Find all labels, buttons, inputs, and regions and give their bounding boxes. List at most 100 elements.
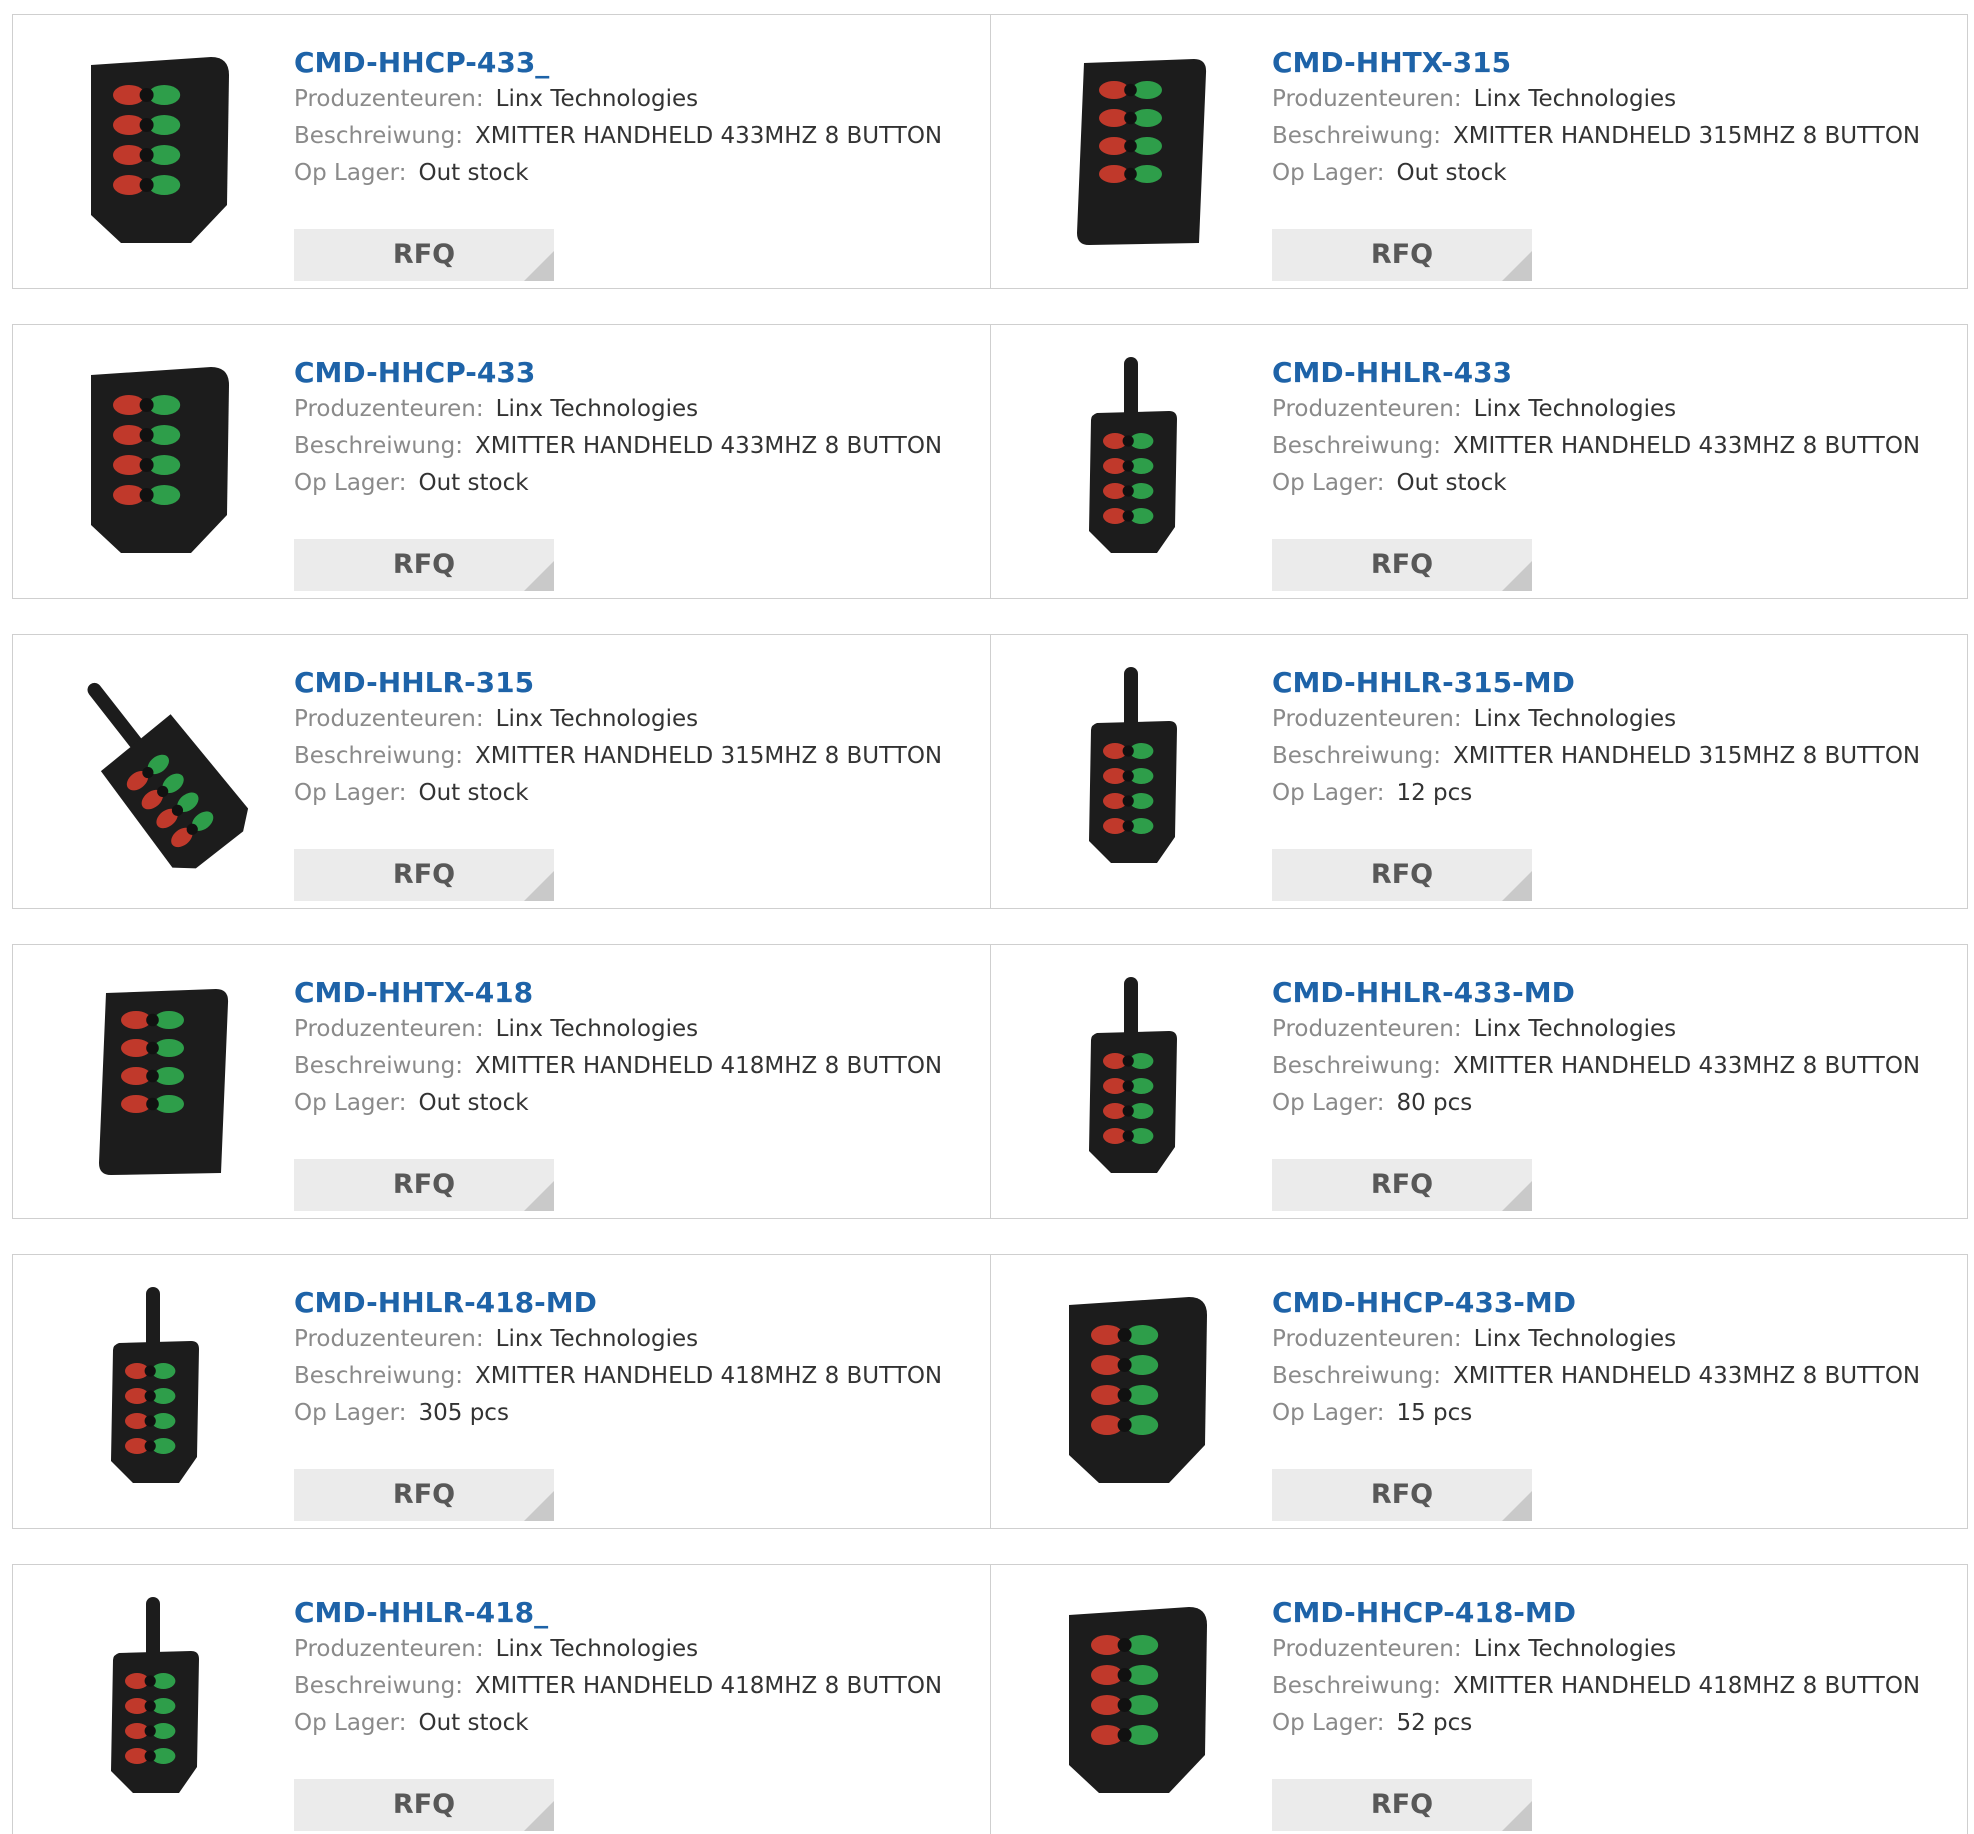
corner-fold-icon — [1502, 561, 1532, 591]
product-title-link[interactable]: CMD-HHCP-433-MD — [1272, 1285, 1920, 1321]
description-value: XMITTER HANDHELD 315MHZ 8 BUTTON — [474, 743, 943, 769]
rfq-label: RFQ — [1370, 1479, 1434, 1510]
manufacturer-row: Produzenteuren: Linx Technologies — [1272, 1011, 1920, 1048]
product-title-link[interactable]: CMD-HHTX-418 — [294, 975, 942, 1011]
product-info: CMD-HHCP-433 Produzenteuren: Linx Technol… — [294, 355, 943, 591]
manufacturer-value: Linx Technologies — [495, 1326, 699, 1352]
description-row: Beschreiwung: XMITTER HANDHELD 433MHZ 8 B… — [1272, 1358, 1920, 1395]
stock-row: Op Lager: 80 pcs — [1272, 1085, 1920, 1122]
rfq-label: RFQ — [1370, 549, 1434, 580]
product-info: CMD-HHLR-433-MD Produzenteuren: Linx Tech… — [1272, 975, 1920, 1211]
product-image[interactable] — [51, 975, 261, 1185]
product-image[interactable] — [51, 45, 261, 255]
stock-label: Op Lager: — [294, 470, 407, 496]
rfq-button[interactable]: RFQ — [294, 1159, 554, 1211]
corner-fold-icon — [524, 1491, 554, 1521]
product-image[interactable] — [1029, 1285, 1239, 1495]
manufacturer-row: Produzenteuren: Linx Technologies — [294, 1631, 942, 1668]
rfq-button[interactable]: RFQ — [1272, 1469, 1532, 1521]
product-title-link[interactable]: CMD-HHLR-315-MD — [1272, 665, 1920, 701]
manufacturer-label: Produzenteuren: — [294, 1016, 484, 1042]
rfq-button[interactable]: RFQ — [1272, 1779, 1532, 1831]
manufacturer-value: Linx Technologies — [1473, 706, 1677, 732]
stock-value: Out stock — [1396, 160, 1507, 186]
stock-label: Op Lager: — [294, 1400, 407, 1426]
product-title-link[interactable]: CMD-HHLR-315 — [294, 665, 942, 701]
manufacturer-value: Linx Technologies — [1473, 1636, 1677, 1662]
rfq-button[interactable]: RFQ — [1272, 849, 1532, 901]
rfq-button[interactable]: RFQ — [1272, 1159, 1532, 1211]
stock-value: 305 pcs — [418, 1400, 509, 1426]
manufacturer-label: Produzenteuren: — [294, 396, 484, 422]
manufacturer-value: Linx Technologies — [495, 1016, 699, 1042]
rfq-button[interactable]: RFQ — [294, 1469, 554, 1521]
description-value: XMITTER HANDHELD 418MHZ 8 BUTTON — [474, 1363, 943, 1389]
product-title-link[interactable]: CMD-HHCP-433 — [294, 355, 942, 391]
rfq-label: RFQ — [392, 239, 456, 270]
rfq-button[interactable]: RFQ — [294, 1779, 554, 1831]
manufacturer-label: Produzenteuren: — [1272, 396, 1462, 422]
product-info: CMD-HHTX-315 Produzenteuren: Linx Technol… — [1272, 45, 1921, 281]
product-title-link[interactable]: CMD-HHLR-418-MD — [294, 1285, 942, 1321]
corner-fold-icon — [524, 1181, 554, 1211]
description-label: Beschreiwung: — [294, 743, 463, 769]
product-row: CMD-HHLR-418-MD Produzenteuren: Linx Tech… — [12, 1254, 1968, 1529]
product-image[interactable] — [1029, 1595, 1239, 1805]
stock-label: Op Lager: — [1272, 1400, 1385, 1426]
product-card: CMD-HHLR-418-MD Produzenteuren: Linx Tech… — [13, 1255, 990, 1528]
manufacturer-value: Linx Technologies — [495, 1636, 699, 1662]
rfq-button[interactable]: RFQ — [1272, 539, 1532, 591]
product-row: CMD-HHCP-433_ Produzenteuren: Linx Techno… — [12, 14, 1968, 289]
description-label: Beschreiwung: — [1272, 1673, 1441, 1699]
rfq-button[interactable]: RFQ — [294, 539, 554, 591]
product-card: CMD-HHLR-315 Produzenteuren: Linx Technol… — [13, 635, 990, 908]
rfq-label: RFQ — [392, 549, 456, 580]
product-title-link[interactable]: CMD-HHLR-418_ — [294, 1595, 942, 1631]
description-label: Beschreiwung: — [1272, 433, 1441, 459]
stock-row: Op Lager: Out stock — [294, 155, 942, 192]
product-image[interactable] — [51, 1595, 261, 1805]
description-value: XMITTER HANDHELD 433MHZ 8 BUTTON — [474, 433, 943, 459]
product-title-link[interactable]: CMD-HHTX-315 — [1272, 45, 1920, 81]
rfq-label: RFQ — [392, 1479, 456, 1510]
description-value: XMITTER HANDHELD 315MHZ 8 BUTTON — [1452, 123, 1921, 149]
product-image[interactable] — [1029, 45, 1239, 255]
product-info: CMD-HHCP-418-MD Produzenteuren: Linx Tech… — [1272, 1595, 1921, 1831]
description-value: XMITTER HANDHELD 418MHZ 8 BUTTON — [1452, 1673, 1921, 1699]
corner-fold-icon — [1502, 1801, 1532, 1831]
product-card: CMD-HHCP-433 Produzenteuren: Linx Technol… — [13, 325, 990, 598]
manufacturer-row: Produzenteuren: Linx Technologies — [1272, 1321, 1920, 1358]
description-label: Beschreiwung: — [1272, 743, 1441, 769]
product-card: CMD-HHCP-433-MD Produzenteuren: Linx Tech… — [990, 1255, 1967, 1528]
product-image[interactable] — [1029, 355, 1239, 565]
product-image[interactable] — [51, 665, 261, 875]
product-row: CMD-HHLR-418_ Produzenteuren: Linx Techno… — [12, 1564, 1968, 1834]
rfq-button[interactable]: RFQ — [1272, 229, 1532, 281]
manufacturer-label: Produzenteuren: — [294, 706, 484, 732]
product-image[interactable] — [1029, 665, 1239, 875]
manufacturer-label: Produzenteuren: — [1272, 1016, 1462, 1042]
description-label: Beschreiwung: — [1272, 123, 1441, 149]
product-title-link[interactable]: CMD-HHLR-433-MD — [1272, 975, 1920, 1011]
rfq-button[interactable]: RFQ — [294, 849, 554, 901]
product-title-link[interactable]: CMD-HHCP-433_ — [294, 45, 942, 81]
stock-label: Op Lager: — [294, 160, 407, 186]
rfq-label: RFQ — [392, 1789, 456, 1820]
stock-label: Op Lager: — [1272, 470, 1385, 496]
product-info: CMD-HHLR-433 Produzenteuren: Linx Technol… — [1272, 355, 1920, 591]
product-image[interactable] — [51, 355, 261, 565]
product-title-link[interactable]: CMD-HHLR-433 — [1272, 355, 1920, 391]
description-row: Beschreiwung: XMITTER HANDHELD 315MHZ 8 B… — [1272, 738, 1920, 775]
description-label: Beschreiwung: — [294, 1673, 463, 1699]
stock-label: Op Lager: — [1272, 1090, 1385, 1116]
corner-fold-icon — [524, 251, 554, 281]
product-image[interactable] — [51, 1285, 261, 1495]
rfq-label: RFQ — [1370, 1169, 1434, 1200]
product-info: CMD-HHLR-418-MD Produzenteuren: Linx Tech… — [294, 1285, 943, 1521]
product-row: CMD-HHTX-418 Produzenteuren: Linx Technol… — [12, 944, 1968, 1219]
manufacturer-row: Produzenteuren: Linx Technologies — [294, 81, 942, 118]
product-title-link[interactable]: CMD-HHCP-418-MD — [1272, 1595, 1920, 1631]
rfq-button[interactable]: RFQ — [294, 229, 554, 281]
stock-value: 12 pcs — [1396, 780, 1473, 806]
product-image[interactable] — [1029, 975, 1239, 1185]
